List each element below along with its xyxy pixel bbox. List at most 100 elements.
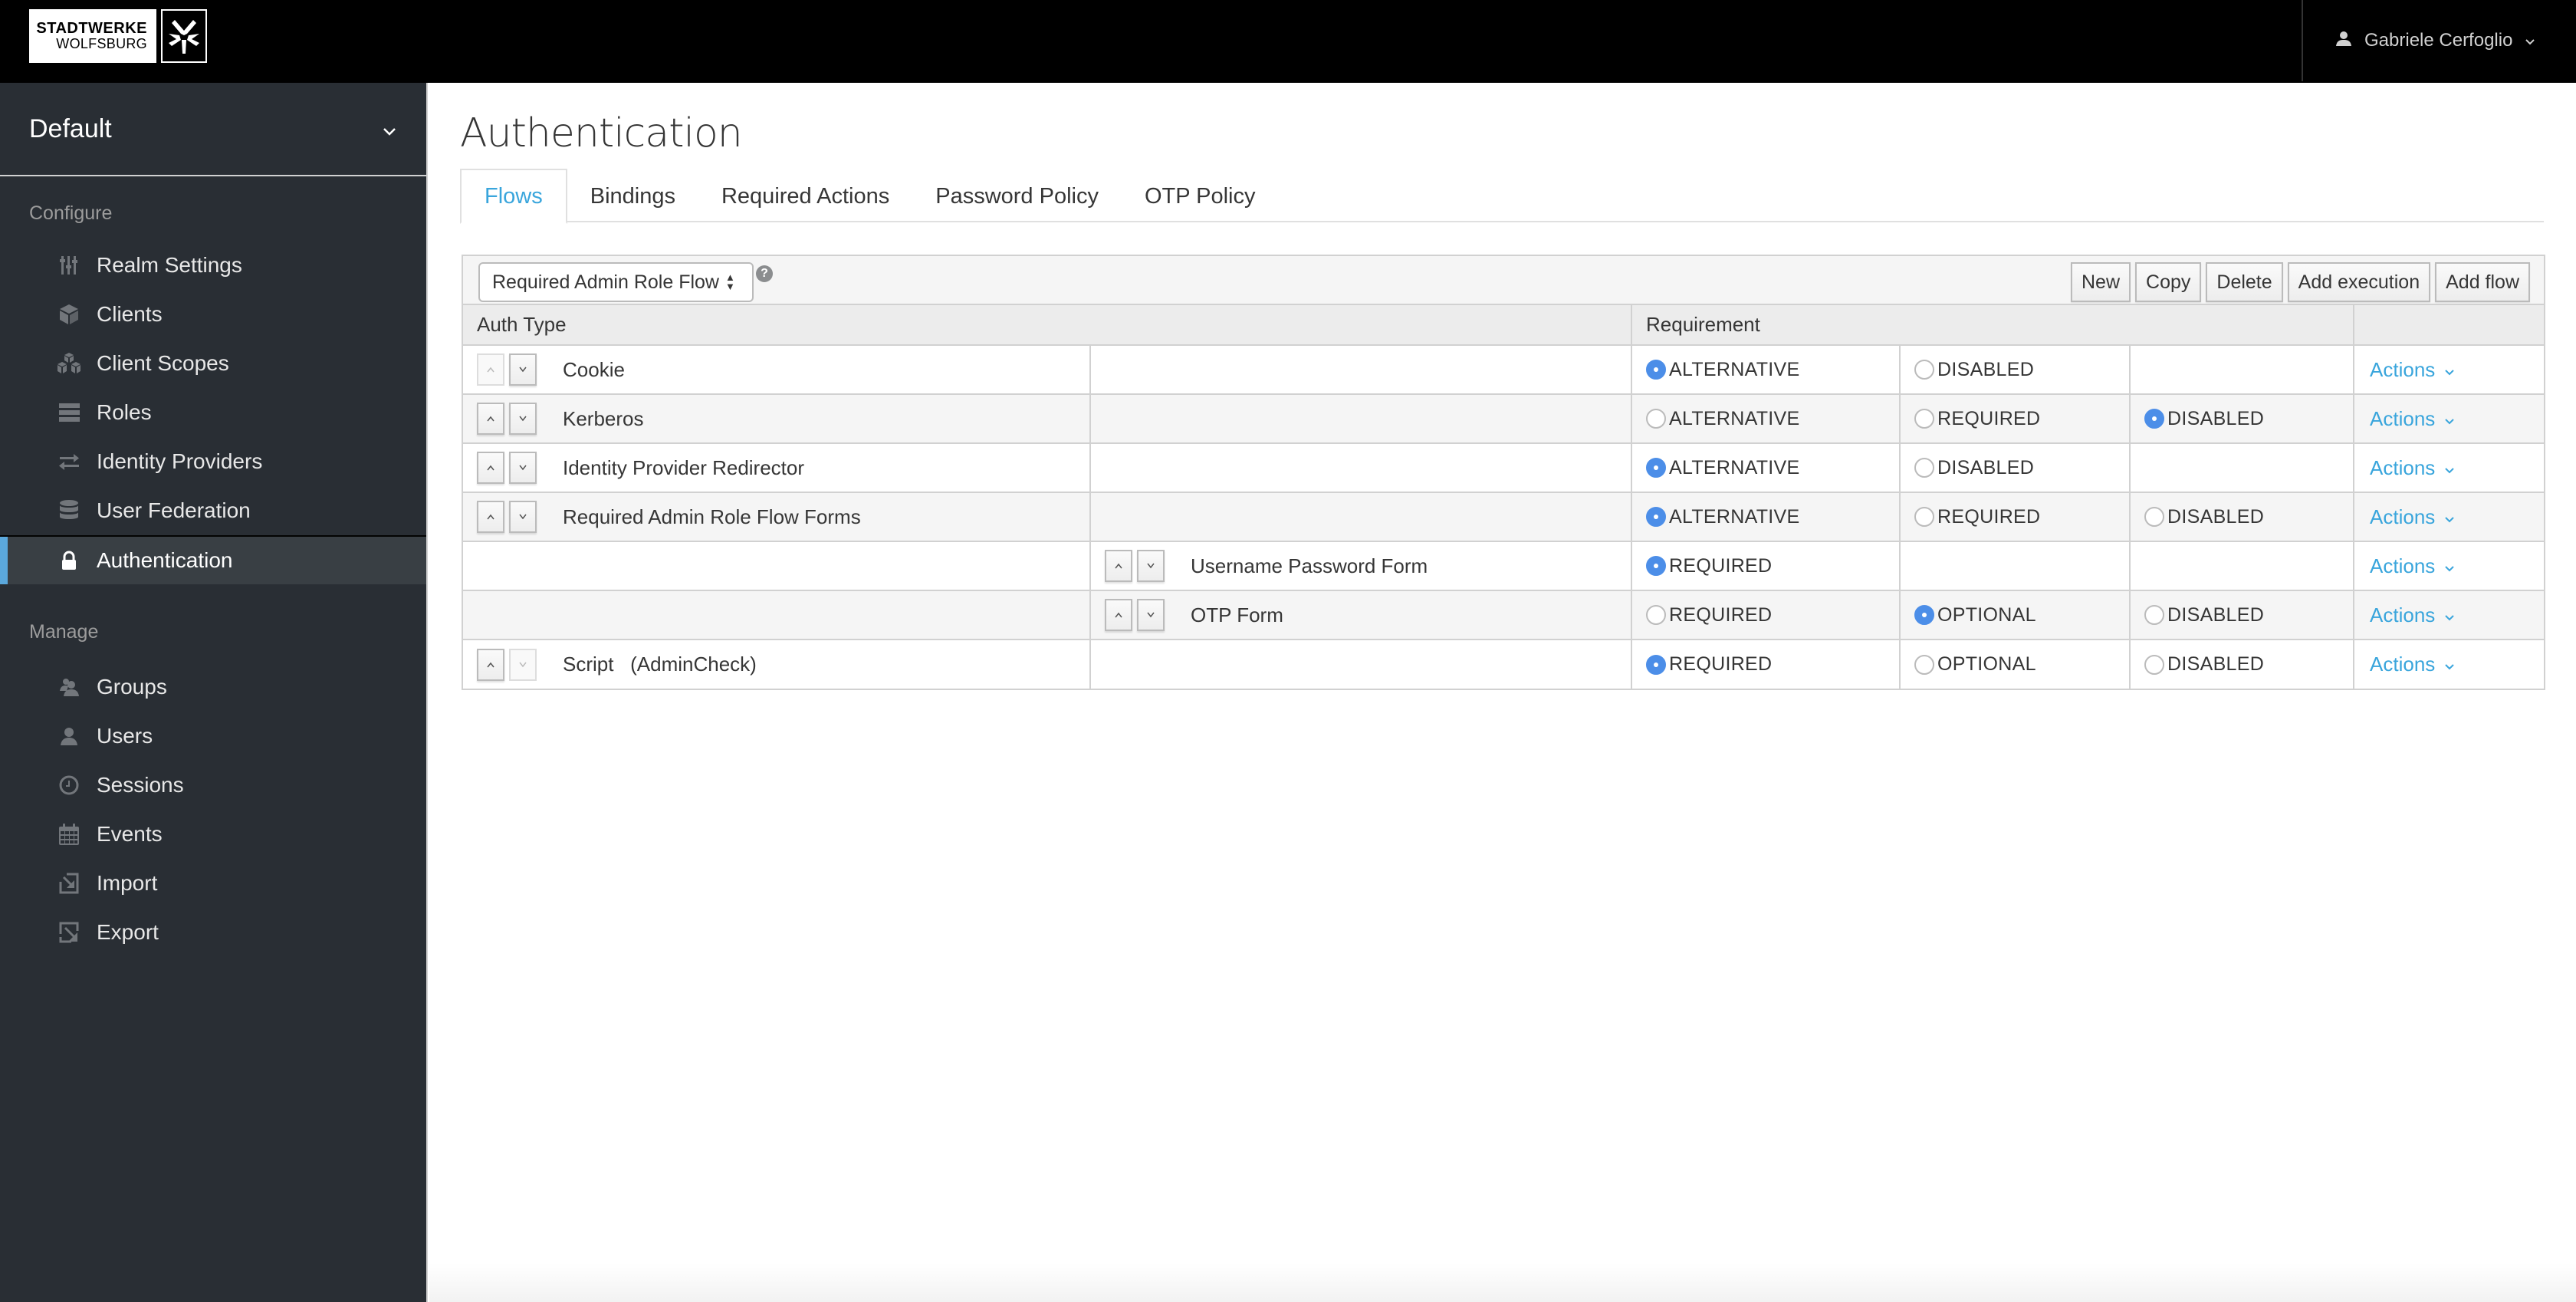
sidebar-item-label: Events [97,822,163,846]
add-execution-button[interactable]: Add execution [2287,262,2431,302]
actions-dropdown[interactable]: Actions [2354,554,2544,578]
tab-otp-policy[interactable]: OTP Policy [1122,169,1279,224]
move-down-button[interactable] [509,648,537,681]
requirement-radio-disabled[interactable]: DISABLED [1901,457,2129,479]
move-up-button[interactable] [1105,599,1132,631]
radio-unchecked-icon [1914,654,1935,675]
radio-checked-icon [1914,605,1935,625]
requirement-radio-disabled[interactable]: DISABLED [2131,408,2353,430]
move-down-button[interactable] [1137,599,1165,631]
tab-flows[interactable]: Flows [460,169,567,224]
sidebar-item-roles[interactable]: Roles [0,388,426,437]
requirement-cell: ALTERNATIVE [1631,393,1901,443]
move-up-button[interactable] [477,452,504,484]
sidebar-item-identity-providers[interactable]: Identity Providers [0,437,426,486]
requirement-label: ALTERNATIVE [1669,358,1800,380]
sidebar-item-authentication[interactable]: Authentication [0,535,426,584]
move-up-button[interactable] [477,501,504,533]
radio-unchecked-icon [1914,409,1935,429]
tab-password-policy[interactable]: Password Policy [912,169,1122,224]
chevron-down-icon [2525,30,2535,51]
actions-dropdown[interactable]: Actions [2354,653,2544,676]
auth-type-cell [463,590,1090,639]
tab-required-actions[interactable]: Required Actions [698,169,912,224]
requirement-radio-alternative[interactable]: ALTERNATIVE [1632,506,1899,528]
user-menu[interactable]: Gabriele Cerfoglio [2302,0,2576,81]
execution-name: Username Password Form [1191,554,1428,577]
move-up-button[interactable] [477,353,504,386]
copy-button[interactable]: Copy [2135,262,2202,302]
actions-dropdown[interactable]: Actions [2354,358,2544,382]
sidebar-item-label: Import [97,871,158,895]
sidebar-item-import[interactable]: Import [0,859,426,908]
tab-bindings[interactable]: Bindings [567,169,698,224]
move-down-button[interactable] [1137,550,1165,582]
sidebar-item-sessions[interactable]: Sessions [0,761,426,810]
requirement-label: DISABLED [2167,407,2265,429]
requirement-cell: ALTERNATIVE [1631,442,1901,492]
chevron-up-icon [1115,612,1122,618]
sidebar-item-export[interactable]: Export [0,908,426,957]
new-button[interactable]: New [2071,262,2131,302]
add-flow-button[interactable]: Add flow [2435,262,2530,302]
requirement-radio-disabled[interactable]: DISABLED [1901,359,2129,381]
requirement-radio-disabled[interactable]: DISABLED [2131,604,2353,626]
chevron-down-icon [2444,505,2455,529]
sidebar-item-users[interactable]: Users [0,712,426,761]
sidebar-item-events[interactable]: Events [0,810,426,859]
sub-execution-cell [1089,393,1632,443]
requirement-radio-alternative[interactable]: ALTERNATIVE [1632,408,1899,430]
question-circle-icon[interactable]: ? [756,265,773,282]
move-up-button[interactable] [1105,550,1132,582]
actions-dropdown[interactable]: Actions [2354,603,2544,627]
sidebar-item-label: Identity Providers [97,449,263,473]
realm-selector[interactable]: Default [0,83,426,176]
actions-label: Actions [2370,455,2436,479]
actions-dropdown[interactable]: Actions [2354,456,2544,480]
sliders-icon [54,250,84,281]
requirement-radio-required[interactable]: REQUIRED [1632,555,1899,577]
requirement-radio-optional[interactable]: OPTIONAL [1901,653,2129,676]
move-down-button[interactable] [509,452,537,484]
sidebar-item-realm-settings[interactable]: Realm Settings [0,241,426,290]
requirement-radio-required[interactable]: REQUIRED [1632,604,1899,626]
move-up-button[interactable] [477,403,504,435]
requirement-cell: REQUIRED [1899,393,2131,443]
requirement-radio-disabled[interactable]: DISABLED [2131,506,2353,528]
actions-dropdown[interactable]: Actions [2354,407,2544,431]
execution-name: Kerberos [563,406,644,430]
brand-logo[interactable]: STADTWERKE WOLFSBURG [29,9,207,63]
requirement-radio-alternative[interactable]: ALTERNATIVE [1632,359,1899,381]
sidebar-item-user-federation[interactable]: User Federation [0,486,426,535]
sub-execution-cell [1089,442,1632,492]
flow-select[interactable]: Required Admin Role Flow ▲ ▼ [478,262,754,302]
sidebar-item-clients[interactable]: Clients [0,290,426,339]
auth-type-cell: Kerberos [463,393,1090,443]
move-down-button[interactable] [509,501,537,533]
sidebar-item-client-scopes[interactable]: Client Scopes [0,339,426,388]
sidebar-item-groups[interactable]: Groups [0,663,426,712]
requirement-radio-required[interactable]: REQUIRED [1632,653,1899,676]
section-manage: Manage [29,621,99,643]
requirement-radio-alternative[interactable]: ALTERNATIVE [1632,457,1899,479]
move-down-button[interactable] [509,353,537,386]
requirement-radio-optional[interactable]: OPTIONAL [1901,604,2129,626]
logo-line-2: WOLFSBURG [56,36,147,52]
radio-checked-icon [1646,507,1667,527]
requirement-radio-required[interactable]: REQUIRED [1901,506,2129,528]
actions-cell: Actions [2353,393,2545,443]
actions-label: Actions [2370,505,2436,528]
chevron-down-icon [2444,554,2455,578]
requirement-radio-required[interactable]: REQUIRED [1901,408,2129,430]
move-up-button[interactable] [477,648,504,681]
header-actions [2353,305,2545,346]
requirement-radio-disabled[interactable]: DISABLED [2131,653,2353,676]
move-down-button[interactable] [509,403,537,435]
delete-button[interactable]: Delete [2206,262,2283,302]
tab-bar: Flows Bindings Required Actions Password… [460,169,2544,224]
actions-label: Actions [2370,357,2436,381]
actions-dropdown[interactable]: Actions [2354,505,2544,529]
requirement-label: REQUIRED [1937,407,2041,429]
chevron-up-icon [487,416,495,422]
table-row: Required Admin Role Flow Forms ALTERNATIV… [463,492,2545,541]
